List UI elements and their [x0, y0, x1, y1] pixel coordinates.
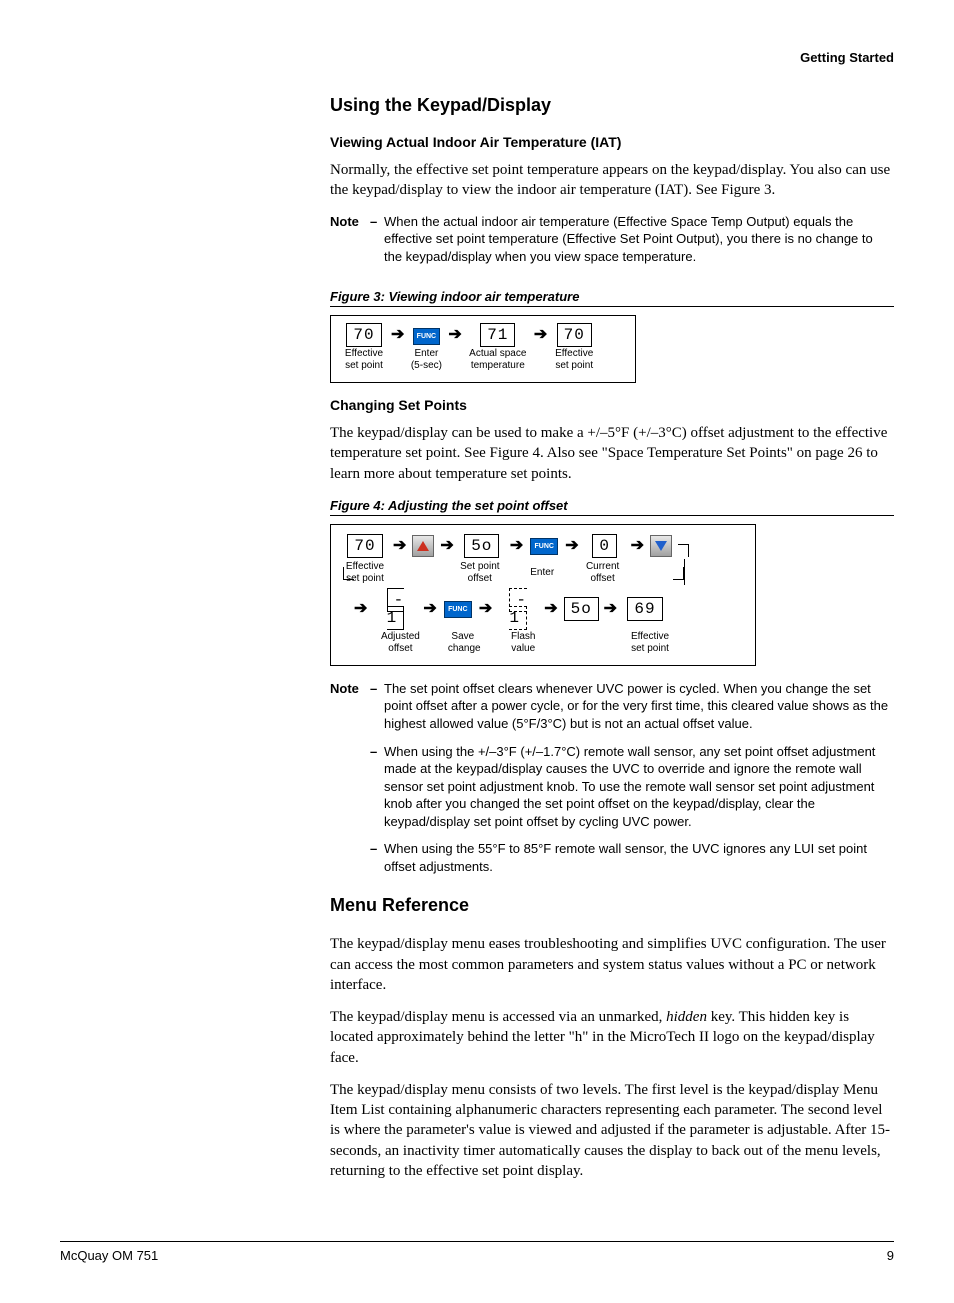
fig3-label-3a: Actual space: [468, 348, 528, 360]
arrow-icon: ➔: [354, 601, 367, 617]
fig4-display-current: 0: [592, 534, 617, 558]
fig3-label-2b: (5-sec): [410, 360, 442, 372]
arrow-icon: ➔: [510, 538, 523, 554]
para-changing-set-points: The keypad/display can be used to make a…: [330, 423, 894, 484]
note-2-1: The set point offset clears whenever UVC…: [384, 680, 894, 733]
heading-keypad: Using the Keypad/Display: [330, 95, 894, 116]
footer-page-number: 9: [887, 1248, 894, 1263]
para-iat: Normally, the effective set point temper…: [330, 160, 894, 201]
fig3-label-1b: set point: [343, 360, 385, 372]
dash-bullet: –: [370, 743, 384, 761]
fig4-r2-l1a: Adjusted: [378, 631, 422, 643]
hidden-key-word: hidden: [666, 1009, 707, 1025]
fig4-r1-l2a: Set point: [458, 561, 502, 573]
fig4-r1-l4b: offset: [583, 573, 623, 585]
fig4-r2-l3b: value: [503, 643, 543, 655]
heading-menu-reference: Menu Reference: [330, 895, 894, 916]
note-2-3: When using the 55°F to 85°F remote wall …: [384, 840, 894, 875]
dash-bullet: –: [370, 840, 384, 858]
para-menu-1: The keypad/display menu eases troublesho…: [330, 934, 894, 995]
note-label: Note: [330, 680, 370, 698]
triangle-up-icon: [417, 541, 429, 551]
note-1: Note – When the actual indoor air temper…: [330, 213, 894, 276]
figure-4-caption: Figure 4: Adjusting the set point offset: [330, 498, 894, 516]
heading-changing-set-points: Changing Set Points: [330, 397, 894, 413]
fig4-display-so2: 5o: [564, 597, 599, 621]
arrow-icon: ➔: [391, 327, 404, 343]
arrow-icon: ➔: [544, 601, 557, 617]
fig4-r2-l3a: Flash: [503, 631, 543, 643]
figure-4: 70 ➔ ➔ 5o ➔ FUNC ➔ 0 ➔ Effective set poi…: [330, 524, 756, 666]
fig3-label-3b: temperature: [468, 360, 528, 372]
fig4-r2-l1b: offset: [378, 643, 422, 655]
func-button: FUNC: [413, 328, 440, 345]
arrow-icon: ➔: [604, 601, 617, 617]
para-menu-3: The keypad/display menu consists of two …: [330, 1080, 894, 1181]
fig3-display-1: 70: [346, 323, 381, 347]
fig3-display-2: 71: [480, 323, 515, 347]
arrow-icon: ➔: [423, 601, 436, 617]
fig4-display-flash: - 1: [509, 588, 527, 630]
note-label: Note: [330, 213, 370, 231]
fig4-r2-l2b: change: [448, 643, 478, 655]
fig4-display-eff: 69: [627, 597, 662, 621]
fig3-label-4a: Effective: [553, 348, 595, 360]
figure-3: 70 ➔ FUNC ➔ 71 ➔ 70 Effective set point …: [330, 315, 636, 383]
fig3-display-3: 70: [557, 323, 592, 347]
func-button: FUNC: [530, 538, 557, 555]
fig4-r2-l2a: Save: [448, 631, 478, 643]
fig4-r2-l4b: set point: [628, 643, 672, 655]
arrow-icon: ➔: [565, 538, 578, 554]
page-header-section: Getting Started: [60, 50, 894, 65]
arrow-icon: ➔: [534, 327, 547, 343]
arrow-icon: ➔: [440, 538, 453, 554]
arrow-icon: ➔: [479, 601, 492, 617]
main-content: Using the Keypad/Display Viewing Actual …: [330, 95, 894, 1181]
fig4-display-so1: 5o: [464, 534, 499, 558]
note-2-2: When using the +/–3°F (+/–1.7°C) remote …: [384, 743, 894, 831]
heading-iat: Viewing Actual Indoor Air Temperature (I…: [330, 134, 894, 150]
note-2: Note – The set point offset clears whene…: [330, 680, 894, 885]
fig4-r1-l2b: offset: [458, 573, 502, 585]
note-1-text: When the actual indoor air temperature (…: [384, 213, 894, 266]
up-button: [412, 535, 434, 557]
fig3-label-1a: Effective: [343, 348, 385, 360]
fig4-display-adj: - 1: [387, 588, 405, 630]
fig3-label-2a: Enter: [410, 348, 442, 360]
fig4-r1-l3a: Enter: [527, 567, 557, 579]
figure-3-caption: Figure 3: Viewing indoor air temperature: [330, 289, 894, 307]
func-button: FUNC: [444, 601, 471, 618]
page-footer: McQuay OM 751 9: [60, 1241, 894, 1263]
fig4-r2-l4a: Effective: [628, 631, 672, 643]
dash-bullet: –: [370, 680, 384, 698]
fig3-label-4b: set point: [553, 360, 595, 372]
triangle-down-icon: [655, 541, 667, 551]
arrow-icon: ➔: [631, 538, 644, 554]
footer-left: McQuay OM 751: [60, 1248, 158, 1263]
down-button: [650, 535, 672, 557]
dash-bullet: –: [370, 213, 384, 231]
arrow-icon: ➔: [393, 538, 406, 554]
para-menu-2: The keypad/display menu is accessed via …: [330, 1007, 894, 1068]
fig4-r1-l4a: Current: [583, 561, 623, 573]
arrow-icon: ➔: [448, 327, 461, 343]
fig4-display-1: 70: [347, 534, 382, 558]
